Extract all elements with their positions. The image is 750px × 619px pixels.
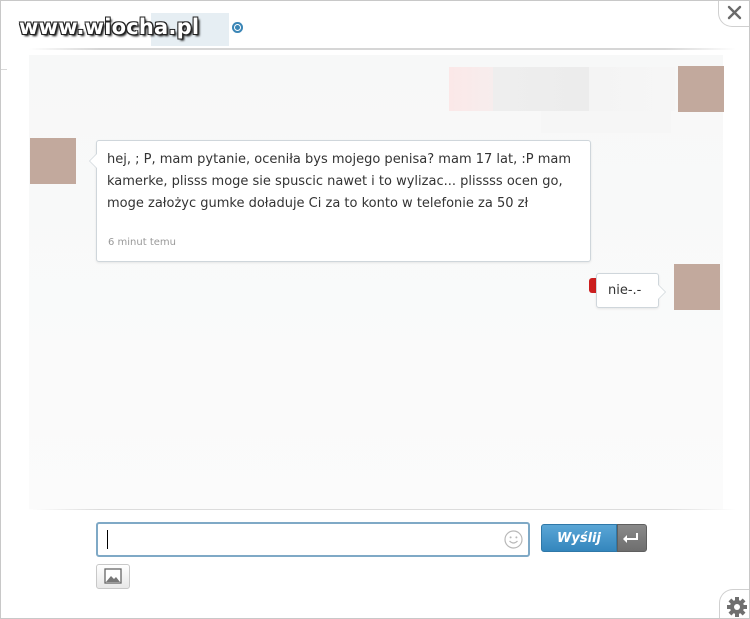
online-status-icon	[232, 22, 243, 33]
message-input[interactable]	[98, 524, 502, 555]
left-edge-line	[1, 49, 7, 70]
blurred-content	[449, 67, 675, 111]
header-divider	[29, 48, 736, 50]
avatar-self-top	[678, 66, 724, 112]
incoming-message-bubble: hej, ; P, mam pytanie, oceniła bys mojeg…	[89, 140, 591, 262]
message-timestamp: 6 minut temu	[108, 237, 176, 248]
send-button[interactable]: Wyślij	[541, 524, 617, 552]
incoming-message-text: hej, ; P, mam pytanie, oceniła bys mojeg…	[107, 152, 571, 211]
close-icon	[727, 5, 742, 20]
chat-window: hej, ; P, mam pytanie, oceniła bys mojeg…	[0, 0, 750, 619]
attach-image-button[interactable]	[96, 564, 130, 589]
outgoing-message-text: nie-.-	[608, 283, 642, 298]
blurred-content-lower	[541, 111, 671, 133]
text-caret	[107, 530, 108, 549]
image-icon	[104, 568, 122, 584]
avatar-self	[674, 264, 720, 310]
gear-icon	[727, 597, 747, 617]
composer-divider	[29, 509, 736, 510]
settings-button[interactable]	[719, 589, 749, 618]
close-button[interactable]	[718, 1, 749, 27]
site-watermark: www.wiocha.pl	[19, 15, 200, 39]
smiley-icon[interactable]	[504, 530, 523, 549]
enter-toggle-button[interactable]	[617, 524, 647, 552]
message-input-box[interactable]	[96, 522, 530, 557]
avatar-contact	[30, 138, 76, 184]
enter-arrow-icon	[623, 533, 638, 543]
outgoing-message-bubble: nie-.-	[596, 273, 666, 308]
